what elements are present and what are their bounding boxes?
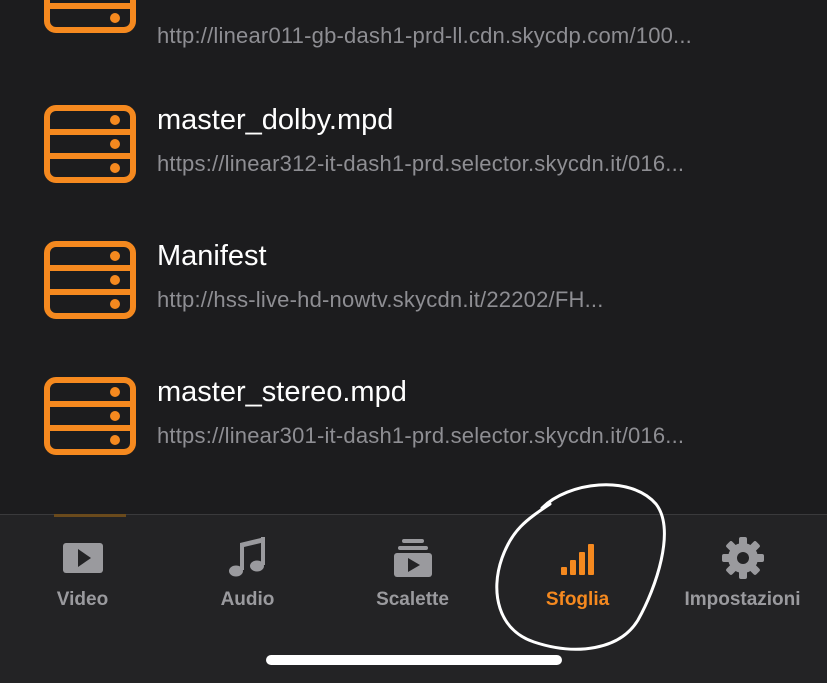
item-title: master_dolby.mpd [157,104,394,136]
tab-label: Sfoglia [545,589,610,610]
list-item[interactable]: Manifest http://hss-live-hd-nowtv.skycdn… [0,240,827,377]
scroll-peek-divider [54,514,126,517]
tab-label: Audio [220,589,275,610]
tab-audio[interactable]: Audio [165,515,330,625]
item-title: master_stereo.mpd [157,376,407,408]
list-item[interactable]: master_dolby.mpd https://linear312-it-da… [0,104,827,241]
tab-label: Video [56,589,109,610]
item-url: http://hss-live-hd-nowtv.skycdn.it/22202… [157,287,604,312]
tab-video[interactable]: Video [0,515,165,625]
server-icon [44,377,136,455]
list-item[interactable]: http://linear011-gb-dash1-prd-ll.cdn.sky… [0,0,827,91]
stream-list: http://linear011-gb-dash1-prd-ll.cdn.sky… [0,0,827,514]
playlist-icon [393,539,432,577]
home-indicator[interactable] [266,655,562,665]
tab-impostazioni[interactable]: Impostazioni [660,515,825,625]
tab-scalette[interactable]: Scalette [330,515,495,625]
server-icon [44,0,136,33]
list-item[interactable]: master_stereo.mpd https://linear301-it-d… [0,376,827,513]
music-note-icon [228,537,265,577]
item-title: Manifest [157,240,267,272]
tab-label: Scalette [376,589,449,610]
video-icon [62,543,103,573]
tab-sfoglia[interactable]: Sfoglia [495,515,660,625]
server-icon [44,241,136,319]
tab-label: Impostazioni [684,589,801,610]
network-bars-icon [560,544,594,575]
item-url: http://linear011-gb-dash1-prd-ll.cdn.sky… [157,23,692,48]
server-icon [44,105,136,183]
item-url: https://linear312-it-dash1-prd.selector.… [157,151,685,176]
gear-icon [721,537,764,579]
item-url: https://linear301-it-dash1-prd.selector.… [157,423,685,448]
